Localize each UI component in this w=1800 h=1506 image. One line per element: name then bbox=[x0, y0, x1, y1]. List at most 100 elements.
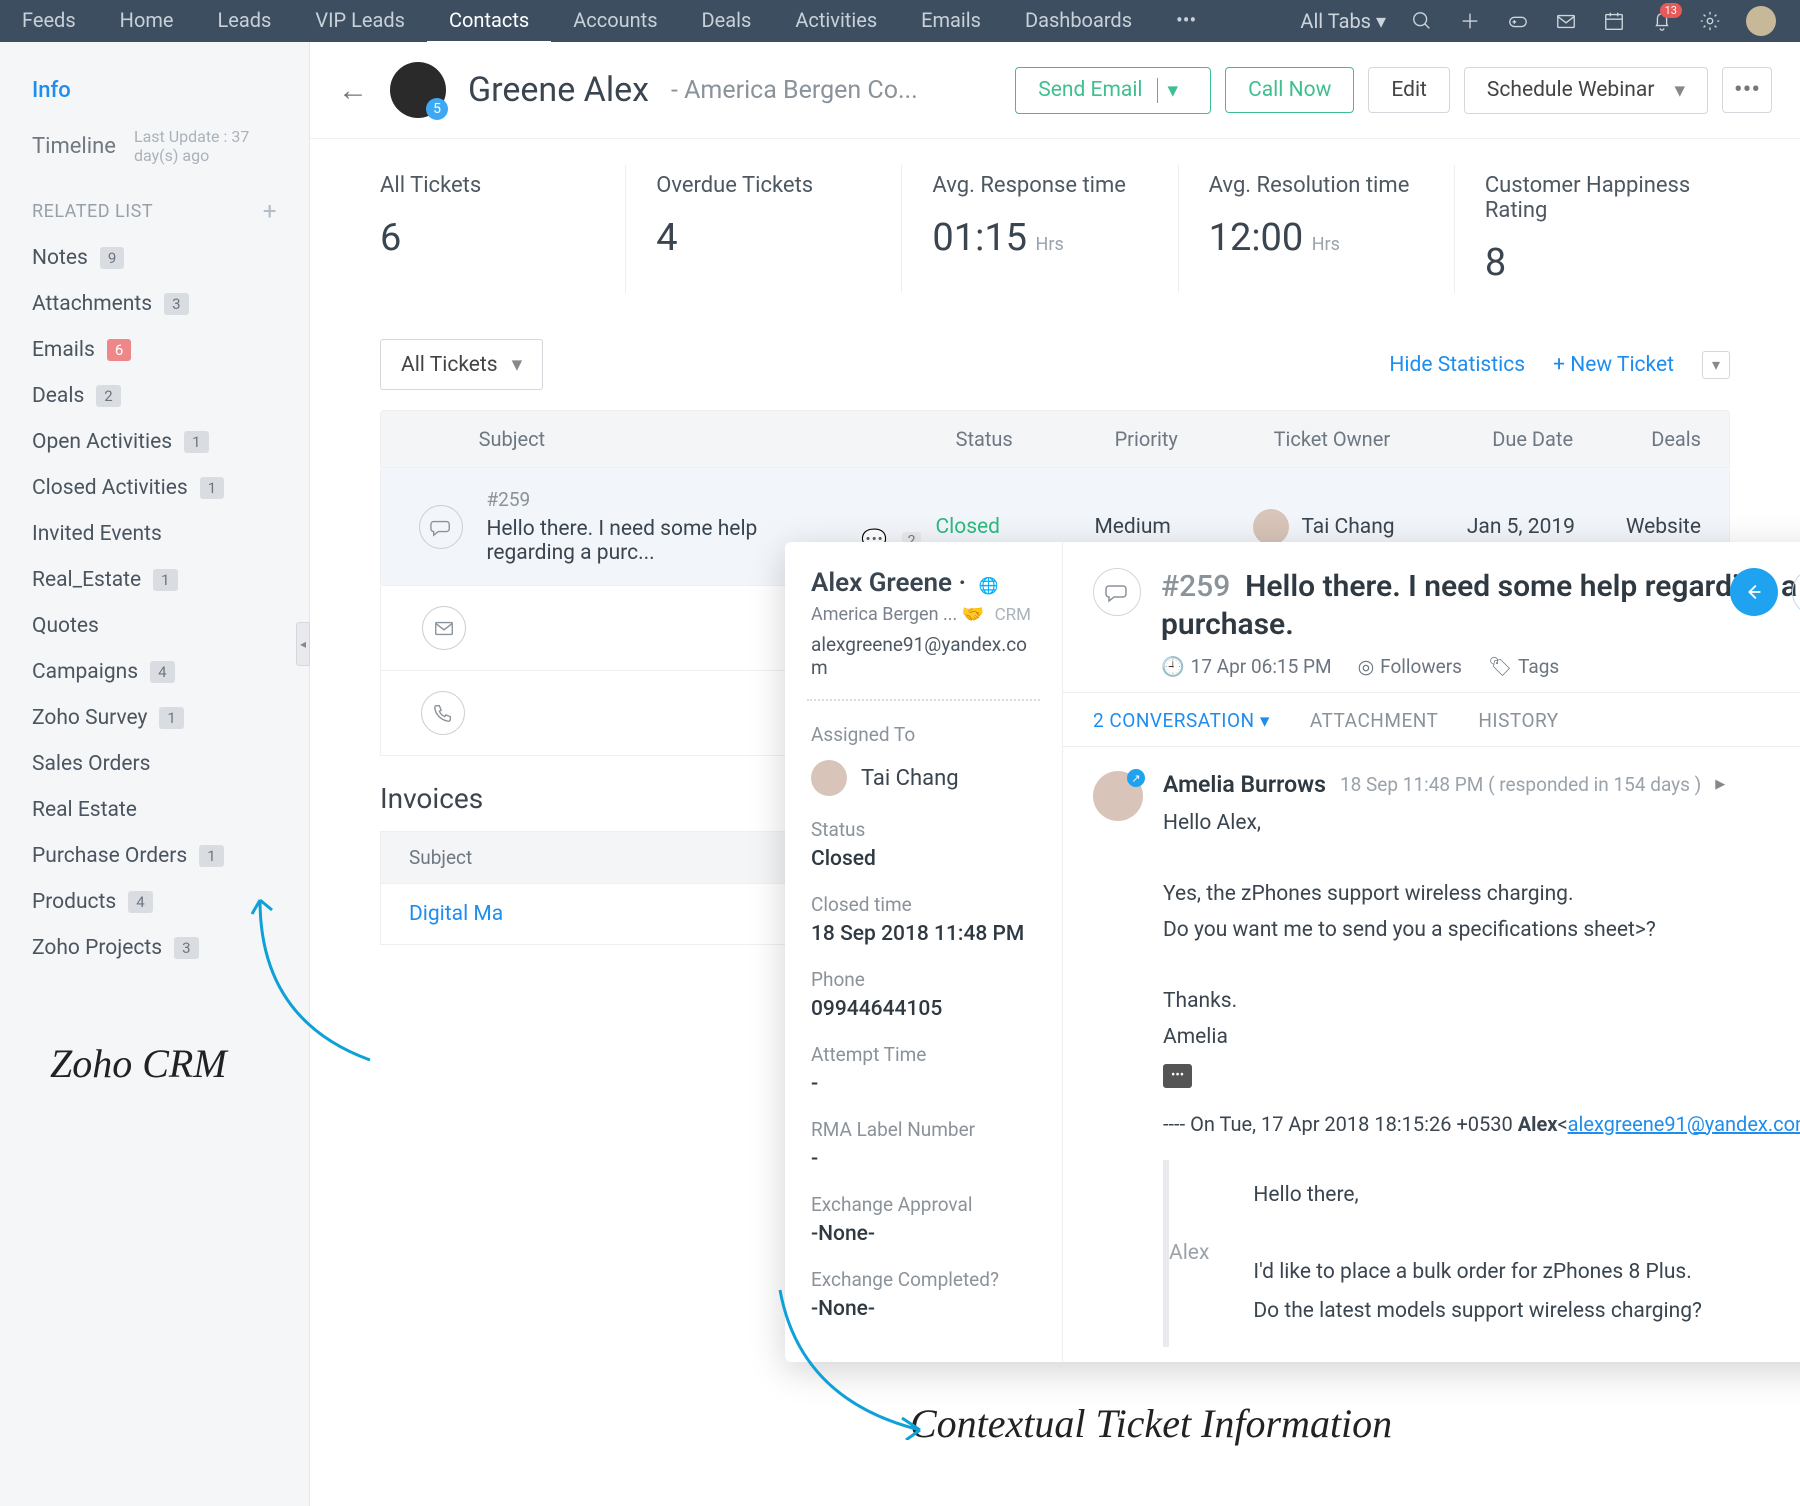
call-now-button[interactable]: Call Now bbox=[1225, 67, 1354, 113]
user-avatar[interactable] bbox=[1746, 6, 1776, 36]
new-ticket-link[interactable]: + New Ticket bbox=[1553, 353, 1674, 377]
record-avatar[interactable]: 5 bbox=[390, 62, 446, 118]
ticket-time: 17 Apr 06:15 PM bbox=[1191, 655, 1332, 678]
sidebar-item-label: Open Activities bbox=[32, 430, 172, 454]
send-email-button[interactable]: Send Email▾ bbox=[1015, 67, 1211, 114]
bell-icon[interactable]: 13 bbox=[1650, 9, 1674, 33]
sidebar-item[interactable]: Quotes bbox=[0, 603, 309, 649]
sidebar-item-label: Notes bbox=[32, 246, 88, 270]
sidebar-item[interactable]: Attachments3 bbox=[0, 281, 309, 327]
field-value: 18 Sep 2018 11:48 PM bbox=[811, 922, 1036, 946]
sidebar-item-label: Real Estate bbox=[32, 798, 137, 822]
ticket-controls: All Tickets▾ Hide Statistics + New Ticke… bbox=[310, 319, 1800, 410]
nav-dashboards[interactable]: Dashboards bbox=[1003, 0, 1154, 44]
more-actions-button[interactable]: ••• bbox=[1722, 67, 1772, 113]
tags-link[interactable]: 🏷 Tags bbox=[1488, 655, 1559, 678]
nav-deals[interactable]: Deals bbox=[680, 0, 774, 44]
gear-icon[interactable] bbox=[1698, 9, 1722, 33]
quote-toggle[interactable]: ••• bbox=[1163, 1064, 1192, 1088]
top-navbar: Feeds Home Leads VIP Leads Contacts Acco… bbox=[0, 0, 1800, 42]
send-email-caret[interactable]: ▾ bbox=[1157, 78, 1189, 103]
nav-home[interactable]: Home bbox=[98, 0, 196, 44]
ticket-filter-select[interactable]: All Tickets▾ bbox=[380, 339, 543, 390]
col-status: Status bbox=[956, 427, 1115, 451]
stat-value: 12:00 Hrs bbox=[1209, 216, 1424, 260]
add-related-icon[interactable]: + bbox=[263, 197, 277, 225]
sidebar-item[interactable]: Purchase Orders1 bbox=[0, 833, 309, 879]
sidebar-item[interactable]: Real Estate bbox=[0, 787, 309, 833]
nav-feeds[interactable]: Feeds bbox=[0, 0, 98, 44]
conversation-body: ↗ Amelia Burrows 18 Sep 11:48 PM ( respo… bbox=[1063, 747, 1800, 1362]
tab-history[interactable]: HISTORY bbox=[1478, 709, 1558, 746]
email-channel-icon bbox=[422, 606, 466, 650]
count-badge: 1 bbox=[159, 707, 183, 729]
sidebar-item[interactable]: Campaigns4 bbox=[0, 649, 309, 695]
stat-card: Avg. Resolution time12:00 Hrs bbox=[1179, 165, 1455, 293]
assignee-avatar bbox=[811, 760, 847, 796]
invoice-subject-link[interactable]: Digital Ma bbox=[409, 902, 503, 926]
assigned-to-label: Assigned To bbox=[811, 723, 1036, 746]
ticket-due: Jan 5, 2019 bbox=[1467, 515, 1612, 539]
globe-icon: 🌐 bbox=[979, 576, 999, 595]
nav-activities[interactable]: Activities bbox=[773, 0, 899, 44]
sidebar-item-label: Emails bbox=[32, 338, 95, 362]
sidebar-timeline[interactable]: Timeline Last Update : 37 day(s) ago bbox=[32, 115, 277, 177]
calendar-icon[interactable] bbox=[1602, 9, 1626, 33]
sidebar-item[interactable]: Closed Activities1 bbox=[0, 465, 309, 511]
conv-line: Amelia bbox=[1163, 1020, 1800, 1056]
sidebar-item[interactable]: Zoho Survey1 bbox=[0, 695, 309, 741]
quoted-line: Hello there, bbox=[1253, 1176, 1702, 1215]
hide-statistics-link[interactable]: Hide Statistics bbox=[1389, 353, 1525, 377]
sidebar-collapse-handle[interactable]: ◂ bbox=[296, 622, 310, 666]
tab-attachment[interactable]: ATTACHMENT bbox=[1310, 709, 1439, 746]
ticket-channel-icon bbox=[1093, 568, 1141, 616]
add-icon[interactable] bbox=[1458, 9, 1482, 33]
sidebar-item-label: Real_Estate bbox=[32, 568, 141, 592]
nav-more[interactable]: ••• bbox=[1154, 0, 1218, 44]
schedule-webinar-button[interactable]: Schedule Webinar▾ bbox=[1464, 67, 1708, 114]
phone-channel-icon bbox=[421, 691, 465, 735]
reply-button[interactable] bbox=[1730, 568, 1778, 616]
reply-email-link[interactable]: alexgreene91@yandex.com bbox=[1568, 1112, 1800, 1136]
popup-contact-panel: Alex Greene · 🌐 America Bergen ... 🤝 CRM… bbox=[785, 542, 1063, 1362]
stats-row: All Tickets6Overdue Tickets4Avg. Respons… bbox=[310, 139, 1800, 319]
gamepad-icon[interactable] bbox=[1506, 9, 1530, 33]
sidebar-item[interactable]: Deals2 bbox=[0, 373, 309, 419]
annotation-arrow-icon bbox=[240, 890, 380, 1070]
sidebar-info[interactable]: Info bbox=[32, 66, 277, 115]
field-label: Phone bbox=[811, 968, 1036, 991]
popup-ticket-header: CLOSED #259 Hello there. I need some hel… bbox=[1063, 542, 1800, 693]
popup-ticket-number: #259 bbox=[1161, 569, 1230, 604]
popup-contact-email[interactable]: alexgreene91@yandex.com bbox=[811, 633, 1036, 679]
field-label: Closed time bbox=[811, 893, 1036, 916]
search-icon[interactable] bbox=[1410, 9, 1434, 33]
count-badge: 2 bbox=[96, 385, 120, 407]
nav-emails[interactable]: Emails bbox=[899, 0, 1003, 44]
field-value: -None- bbox=[811, 1222, 1036, 1246]
tab-conversation[interactable]: 2 CONVERSATION ▾ bbox=[1093, 709, 1270, 746]
sidebar-item[interactable]: Invited Events bbox=[0, 511, 309, 557]
nav-vip-leads[interactable]: VIP Leads bbox=[293, 0, 427, 44]
comment-button[interactable] bbox=[1792, 568, 1800, 616]
sidebar-item[interactable]: Real_Estate1 bbox=[0, 557, 309, 603]
sidebar-item[interactable]: Sales Orders bbox=[0, 741, 309, 787]
sidebar-timeline-label: Timeline bbox=[32, 134, 116, 159]
nav-leads[interactable]: Leads bbox=[196, 0, 294, 44]
sidebar-item[interactable]: Open Activities 1 bbox=[0, 419, 309, 465]
followers-link[interactable]: ◎ Followers bbox=[1358, 655, 1462, 678]
nav-accounts[interactable]: Accounts bbox=[551, 0, 679, 44]
back-arrow-icon[interactable]: ← bbox=[338, 73, 368, 108]
sidebar-item-label: Quotes bbox=[32, 614, 99, 638]
stat-value: 6 bbox=[380, 216, 595, 260]
edit-button[interactable]: Edit bbox=[1368, 67, 1450, 113]
count-badge: 1 bbox=[184, 431, 208, 453]
sidebar-item-label: Attachments bbox=[32, 292, 152, 316]
count-badge: 1 bbox=[199, 845, 223, 867]
expand-arrow-icon[interactable]: ▶ bbox=[1715, 777, 1725, 792]
sidebar-item[interactable]: Emails6 bbox=[0, 327, 309, 373]
all-tabs-dropdown[interactable]: All Tabs ▾ bbox=[1300, 9, 1386, 33]
nav-contacts[interactable]: Contacts bbox=[427, 0, 551, 44]
ticket-caret-button[interactable]: ▾ bbox=[1702, 351, 1730, 379]
mail-icon[interactable] bbox=[1554, 9, 1578, 33]
sidebar-item[interactable]: Notes9 bbox=[0, 235, 309, 281]
